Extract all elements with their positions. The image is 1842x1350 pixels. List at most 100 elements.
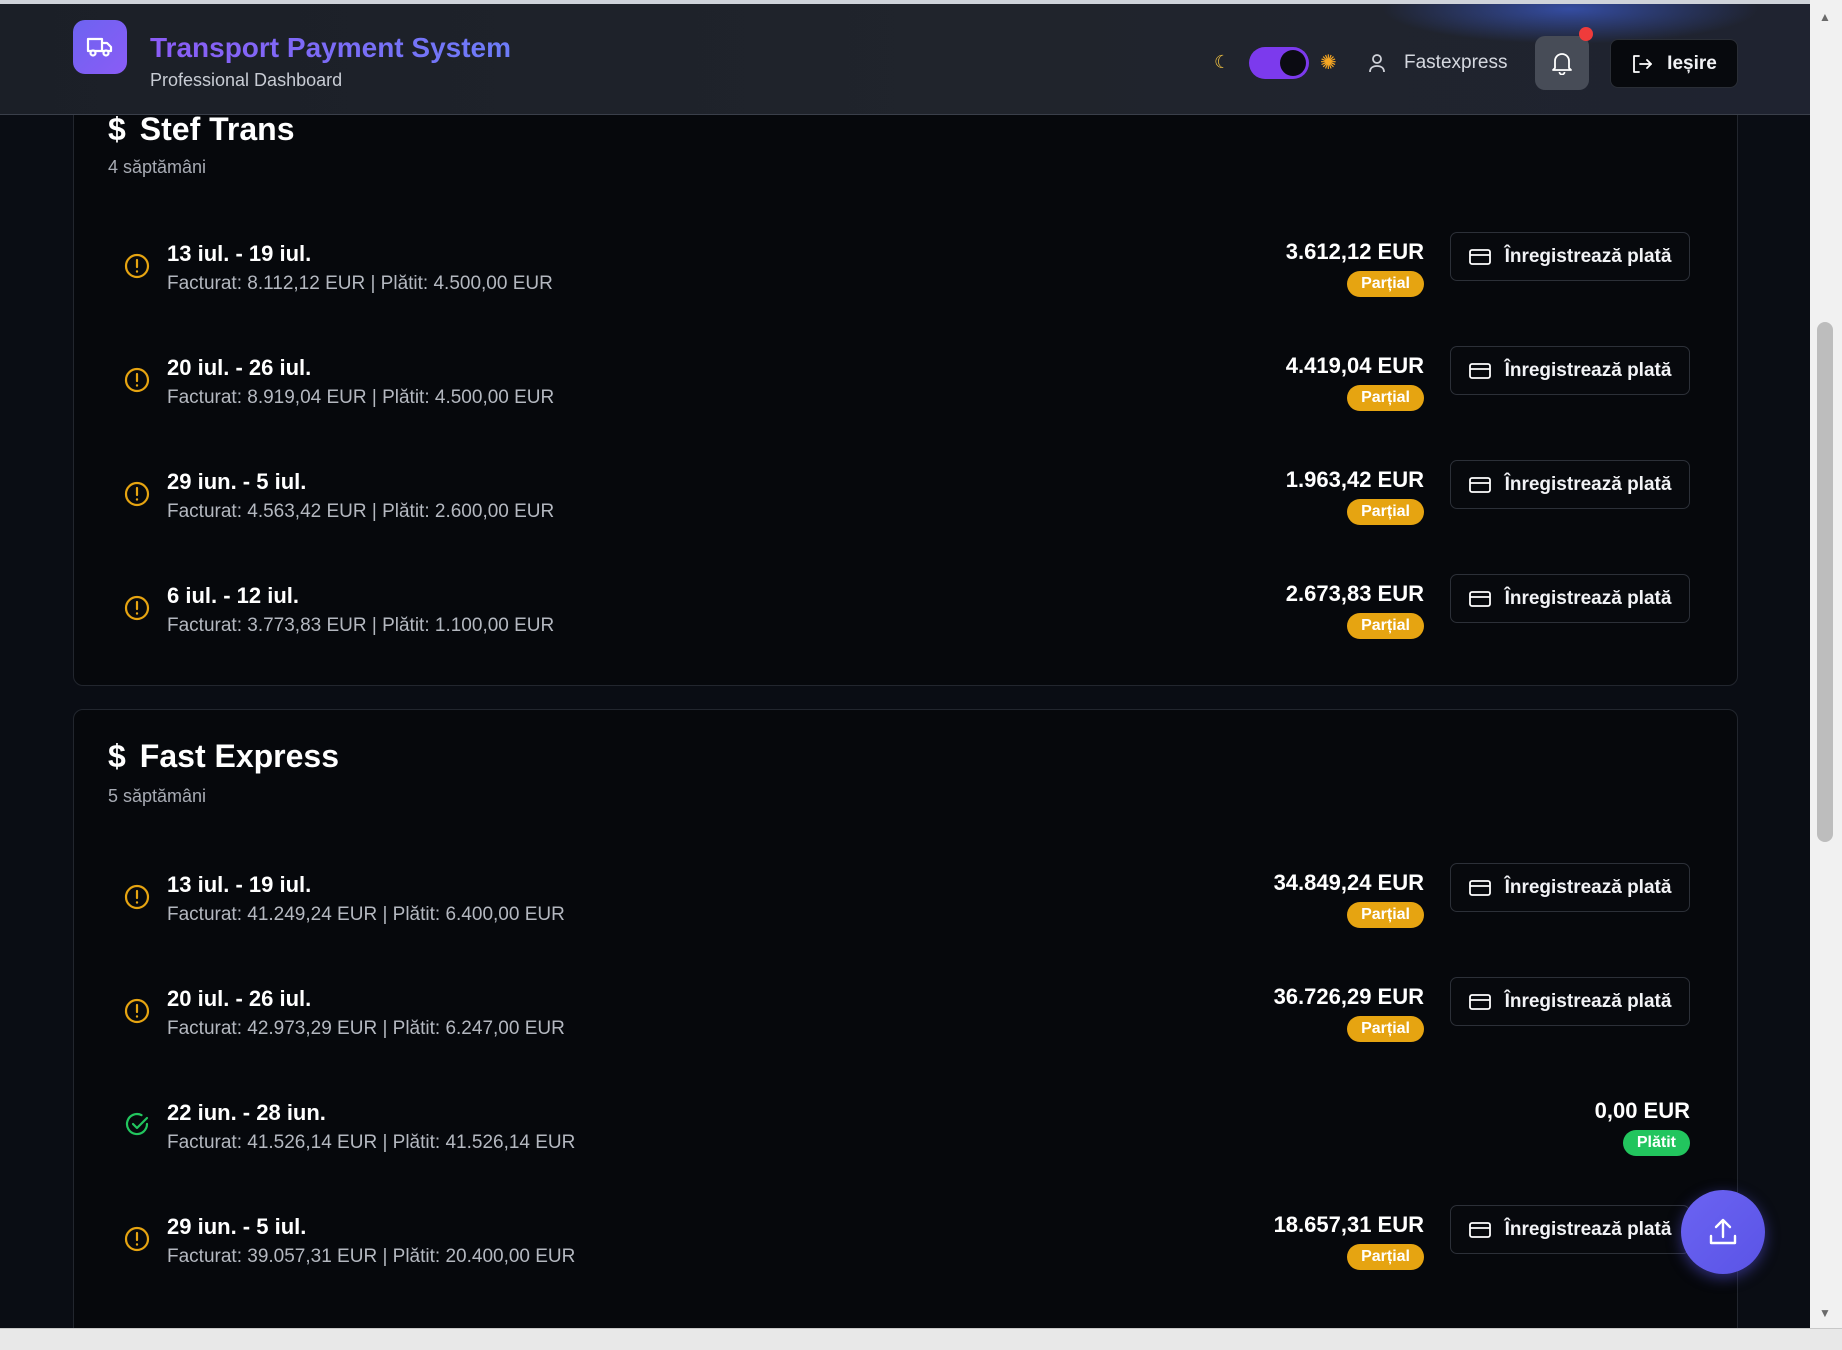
- alert-circle-icon: [124, 998, 150, 1024]
- logout-button[interactable]: Ieșire: [1610, 39, 1738, 88]
- user-name: Fastexpress: [1404, 52, 1508, 73]
- vertical-scrollbar[interactable]: ▲ ▼: [1810, 0, 1842, 1328]
- app-subtitle: Professional Dashboard: [150, 70, 343, 90]
- row-amount: 2.673,83 EUR: [1285, 581, 1424, 606]
- logout-icon: [1633, 54, 1653, 73]
- record-payment-button[interactable]: Înregistrează plată: [1450, 1205, 1690, 1254]
- alert-circle-icon: [124, 595, 150, 621]
- status-badge: Parțial: [1347, 1244, 1424, 1270]
- row-details: Facturat: 41.249,24 EUR | Plătit: 6.400,…: [167, 904, 565, 925]
- notifications-button[interactable]: [1535, 36, 1589, 90]
- notification-dot: [1579, 27, 1593, 41]
- browser-bottom-strip: [0, 1328, 1842, 1350]
- record-payment-button[interactable]: Înregistrează plată: [1450, 232, 1690, 281]
- alert-circle-icon: [124, 481, 150, 507]
- dollar-icon: $: [108, 111, 126, 147]
- credit-card-icon: [1468, 590, 1491, 607]
- credit-card-icon: [1468, 1221, 1491, 1238]
- payment-row: 13 iul. - 19 iul. Facturat: 41.249,24 EU…: [74, 860, 1739, 960]
- row-amount: 3.612,12 EUR: [1285, 239, 1424, 264]
- row-details: Facturat: 3.773,83 EUR | Plătit: 1.100,0…: [167, 615, 555, 636]
- row-period: 29 iun. - 5 iul.: [167, 1214, 307, 1239]
- credit-card-icon: [1468, 993, 1491, 1010]
- company-card-stef-trans: $ Stef Trans 4 săptămâni 13 iul. - 19 iu…: [73, 64, 1738, 686]
- record-payment-button[interactable]: Înregistrează plată: [1450, 460, 1690, 509]
- row-period: 13 iul. - 19 iul.: [167, 872, 312, 897]
- scroll-up-icon[interactable]: ▲: [1819, 10, 1831, 24]
- app-title: Transport Payment System: [150, 32, 512, 63]
- row-details: Facturat: 41.526,14 EUR | Plătit: 41.526…: [167, 1132, 576, 1153]
- upload-button[interactable]: [1681, 1190, 1765, 1274]
- row-period: 20 iul. - 26 iul.: [167, 355, 312, 380]
- truck-logo-icon: [73, 20, 127, 74]
- payment-row: 29 iun. - 5 iul. Facturat: 39.057,31 EUR…: [74, 1202, 1739, 1302]
- record-payment-label: Înregistrează plată: [1504, 245, 1672, 267]
- bell-icon: [1552, 53, 1572, 75]
- row-details: Facturat: 8.919,04 EUR | Plătit: 4.500,0…: [167, 387, 555, 408]
- toggle-knob: [1280, 50, 1306, 76]
- row-period: 20 iul. - 26 iul.: [167, 986, 312, 1011]
- dollar-icon: $: [108, 738, 126, 774]
- row-period: 6 iul. - 12 iul.: [167, 583, 300, 608]
- status-badge: Parțial: [1347, 613, 1424, 639]
- row-details: Facturat: 8.112,12 EUR | Plătit: 4.500,0…: [167, 273, 553, 294]
- app-header: Transport Payment System Professional Da…: [0, 4, 1810, 115]
- credit-card-icon: [1468, 879, 1491, 896]
- weeks-count: 5 săptămâni: [108, 786, 207, 806]
- payment-row: 20 iul. - 26 iul. Facturat: 42.973,29 EU…: [74, 974, 1739, 1074]
- record-payment-label: Înregistrează plată: [1504, 473, 1672, 495]
- row-details: Facturat: 42.973,29 EUR | Plătit: 6.247,…: [167, 1018, 565, 1039]
- record-payment-label: Înregistrează plată: [1504, 990, 1672, 1012]
- row-amount: 18.657,31 EUR: [1273, 1212, 1424, 1237]
- credit-card-icon: [1468, 248, 1491, 265]
- theme-toggle[interactable]: [1249, 47, 1309, 79]
- status-badge: Parțial: [1347, 499, 1424, 525]
- payment-row: 22 iun. - 28 iun. Facturat: 41.526,14 EU…: [74, 1088, 1739, 1188]
- moon-icon: ☾: [1214, 52, 1231, 72]
- row-amount: 0,00 EUR: [1594, 1098, 1690, 1123]
- payment-row: 20 iul. - 26 iul. Facturat: 8.919,04 EUR…: [74, 343, 1739, 443]
- row-amount: 34.849,24 EUR: [1273, 870, 1424, 895]
- viewport: Transport Payment System Professional Da…: [0, 0, 1810, 1328]
- user-icon: [1368, 53, 1386, 78]
- row-amount: 1.963,42 EUR: [1285, 467, 1424, 492]
- scroll-thumb[interactable]: [1817, 322, 1833, 842]
- alert-circle-icon: [124, 253, 150, 279]
- company-card-fast-express: $ Fast Express 5 săptămâni 13 iul. - 19 …: [73, 709, 1738, 1328]
- credit-card-icon: [1468, 476, 1491, 493]
- alert-circle-icon: [124, 884, 150, 910]
- row-details: Facturat: 39.057,31 EUR | Plătit: 20.400…: [167, 1246, 576, 1267]
- row-amount: 36.726,29 EUR: [1273, 984, 1424, 1009]
- company-name: Stef Trans: [139, 111, 295, 147]
- status-badge: Plătit: [1622, 1130, 1690, 1156]
- check-circle-icon: [125, 1112, 149, 1136]
- credit-card-icon: [1468, 362, 1491, 379]
- payment-row: 6 iul. - 12 iul. Facturat: 3.773,83 EUR …: [74, 571, 1739, 671]
- record-payment-label: Înregistrează plată: [1504, 359, 1672, 381]
- sun-icon: ✺: [1320, 52, 1337, 74]
- card-title: $ Fast Express: [108, 738, 339, 775]
- upload-icon: [1709, 1218, 1737, 1245]
- company-name: Fast Express: [139, 738, 340, 774]
- status-badge: Parțial: [1347, 902, 1424, 928]
- status-badge: Parțial: [1347, 271, 1424, 297]
- status-badge: Parțial: [1347, 1016, 1424, 1042]
- record-payment-button[interactable]: Înregistrează plată: [1450, 977, 1690, 1026]
- record-payment-label: Înregistrează plată: [1504, 876, 1672, 898]
- logout-label: Ieșire: [1667, 52, 1717, 74]
- record-payment-label: Înregistrează plată: [1504, 1218, 1672, 1240]
- record-payment-button[interactable]: Înregistrează plată: [1450, 863, 1690, 912]
- row-details: Facturat: 4.563,42 EUR | Plătit: 2.600,0…: [167, 501, 555, 522]
- row-period: 13 iul. - 19 iul.: [167, 241, 312, 266]
- card-title: $ Stef Trans: [108, 111, 295, 148]
- record-payment-button[interactable]: Înregistrează plată: [1450, 346, 1690, 395]
- record-payment-label: Înregistrează plată: [1504, 587, 1672, 609]
- row-period: 22 iun. - 28 iun.: [167, 1100, 326, 1125]
- scroll-down-icon[interactable]: ▼: [1819, 1306, 1831, 1320]
- payment-row: 13 iul. - 19 iul. Facturat: 8.112,12 EUR…: [74, 229, 1739, 329]
- status-badge: Parțial: [1347, 385, 1424, 411]
- row-period: 29 iun. - 5 iul.: [167, 469, 307, 494]
- row-amount: 4.419,04 EUR: [1285, 353, 1424, 378]
- record-payment-button[interactable]: Înregistrează plată: [1450, 574, 1690, 623]
- payment-row: 29 iun. - 5 iul. Facturat: 4.563,42 EUR …: [74, 457, 1739, 557]
